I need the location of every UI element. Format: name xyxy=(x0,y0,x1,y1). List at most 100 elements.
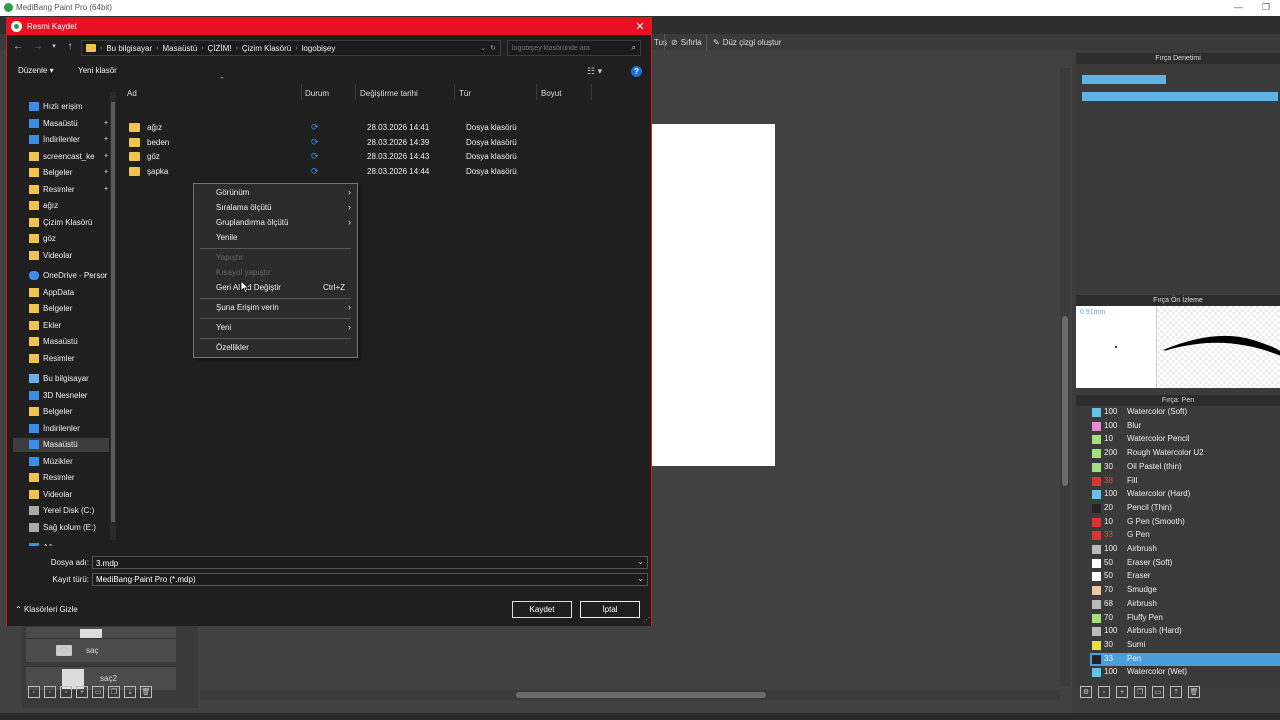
nav-item[interactable]: AppData xyxy=(13,286,109,300)
duplicate-layer-icon[interactable]: ▫ xyxy=(44,686,56,698)
brush-item[interactable]: 50 Eraser xyxy=(1090,570,1280,583)
nav-item[interactable]: Belgeler xyxy=(13,302,109,316)
delete-brush-icon[interactable]: 🗑 xyxy=(1188,686,1200,698)
brush-item[interactable]: 70 Fluffy Pen xyxy=(1090,612,1280,625)
breadcrumb-item[interactable]: Bu bilgisayar xyxy=(106,44,152,53)
view-options-icon[interactable]: ☷ ▾ xyxy=(587,66,602,77)
breadcrumb[interactable]: › Bu bilgisayar › Masaüstü › ÇİZİM! › Çi… xyxy=(81,40,501,56)
brush-item[interactable]: 30 Sumi xyxy=(1090,639,1280,652)
delete-layer-icon[interactable]: 🗑 xyxy=(140,686,152,698)
menu-item-properties[interactable]: Özellikler xyxy=(194,341,357,355)
nav-item[interactable]: Ağ xyxy=(13,541,109,546)
nav-item[interactable]: Resimler ✦ xyxy=(13,183,109,197)
nav-item[interactable]: Belgeler ✦ xyxy=(13,166,109,180)
nav-item[interactable]: Hızlı erişim xyxy=(13,100,109,114)
layer-row[interactable]: saç xyxy=(26,638,176,662)
breadcrumb-item[interactable]: logobişey xyxy=(302,44,336,53)
brush-item[interactable]: 30 Oil Pastel (thin) xyxy=(1090,461,1280,474)
new-folder-button[interactable]: Yeni klasör xyxy=(78,66,117,75)
nav-item[interactable]: 3D Nesneler xyxy=(13,389,109,403)
scroll-thumb[interactable] xyxy=(111,102,115,522)
nav-item[interactable]: Masaüstü xyxy=(13,335,109,349)
filename-field[interactable]: ⌄ xyxy=(92,556,648,569)
close-icon[interactable]: ✕ xyxy=(633,20,647,33)
nav-item[interactable]: İndirilenler xyxy=(13,422,109,436)
menu-item-view[interactable]: Görünüm › xyxy=(194,186,357,200)
add-brush-icon[interactable]: + xyxy=(1116,686,1128,698)
nav-item[interactable]: Resimler xyxy=(13,471,109,485)
brush-item[interactable]: 33 G Pen xyxy=(1090,529,1280,542)
organize-button[interactable]: Düzenle ▾ xyxy=(18,66,54,75)
layer-row[interactable] xyxy=(26,626,176,639)
brush-opacity-slider[interactable] xyxy=(1082,92,1278,101)
brush-size-slider[interactable] xyxy=(1082,75,1166,84)
nav-item[interactable]: OneDrive - Persor xyxy=(13,269,109,283)
brush-item[interactable]: 200 Rough Watercolor U2 xyxy=(1090,447,1280,460)
search-box[interactable]: ⌕ xyxy=(507,40,641,56)
nav-item[interactable]: Yerel Disk (C:) xyxy=(13,504,109,518)
breadcrumb-item[interactable]: ÇİZİM! xyxy=(208,44,232,53)
new-folder-icon[interactable]: ▭ xyxy=(92,686,104,698)
column-header-status[interactable]: Durum xyxy=(305,89,329,98)
brush-item[interactable]: 33 Pen xyxy=(1090,652,1280,666)
nav-item[interactable]: Bu bilgisayar xyxy=(13,372,109,386)
column-divider[interactable] xyxy=(454,84,455,100)
cancel-button[interactable]: İptal xyxy=(580,601,640,618)
brush-item[interactable]: 70 Smudge xyxy=(1090,584,1280,597)
chevron-down-icon[interactable]: ⌄ xyxy=(637,557,644,566)
copy-layer-icon[interactable]: ❐ xyxy=(108,686,120,698)
forward-arrow-icon[interactable]: → xyxy=(31,40,45,54)
save-button[interactable]: Kaydet xyxy=(512,601,572,618)
nav-item[interactable]: İndirilenler ✦ xyxy=(13,133,109,147)
menu-item-refresh[interactable]: Yenile xyxy=(194,231,357,245)
column-header-size[interactable]: Boyut xyxy=(541,89,561,98)
column-header-name[interactable]: Ad xyxy=(127,89,137,98)
brush-item[interactable]: 100 Airbrush (Hard) xyxy=(1090,625,1280,638)
nav-item[interactable]: Videolar xyxy=(13,488,109,502)
recent-dropdown-icon[interactable]: ▾ xyxy=(47,40,61,54)
navigation-scrollbar[interactable] xyxy=(110,92,116,540)
nav-item[interactable]: screencast_ke ✦ xyxy=(13,150,109,164)
column-divider[interactable] xyxy=(355,84,356,100)
copy-brush-icon[interactable]: ❐ xyxy=(1134,686,1146,698)
column-divider[interactable] xyxy=(591,84,592,100)
menu-item-undo[interactable]: Geri Al Ad DeğiştirCtrl+Z xyxy=(194,281,357,295)
breadcrumb-item[interactable]: Çizim Klasörü xyxy=(242,44,291,53)
scroll-thumb[interactable] xyxy=(1062,316,1068,486)
column-divider[interactable] xyxy=(536,84,537,100)
nav-item[interactable]: göz xyxy=(13,232,109,246)
menu-item-give-access[interactable]: Şuna Erişim verin › xyxy=(194,301,357,315)
minimize-icon[interactable]: — xyxy=(1234,2,1243,12)
brush-item[interactable]: 68 Airbrush xyxy=(1090,598,1280,611)
file-row[interactable]: şapka ⟳ 28.03.2026 14:44 Dosya klasörü xyxy=(121,165,521,179)
brush-item[interactable]: 38 Fill xyxy=(1090,475,1280,488)
resize-grip-icon[interactable]: ⋰ xyxy=(643,616,650,624)
nav-item[interactable]: Belgeler xyxy=(13,405,109,419)
brush-item[interactable]: 100 Blur xyxy=(1090,420,1280,433)
breadcrumb-item[interactable]: Masaüstü xyxy=(163,44,198,53)
file-row[interactable]: beden ⟳ 28.03.2026 14:39 Dosya klasörü xyxy=(121,136,521,150)
nav-item[interactable]: Resimler xyxy=(13,352,109,366)
search-input[interactable] xyxy=(512,43,624,54)
drawing-canvas[interactable] xyxy=(652,124,775,466)
file-row[interactable]: göz ⟳ 28.03.2026 14:43 Dosya klasörü xyxy=(121,150,521,164)
brush-item[interactable]: 20 Pencil (Thin) xyxy=(1090,502,1280,515)
add-layer-menu-icon[interactable]: + xyxy=(76,686,88,698)
brush-settings-icon[interactable]: ⚙ xyxy=(1080,686,1092,698)
hide-folders-button[interactable]: ⌃ Klasörleri Gizle xyxy=(15,605,78,614)
filename-input[interactable] xyxy=(96,558,626,568)
menu-item-group-by[interactable]: Gruplandırma ölçütü › xyxy=(194,216,357,230)
menu-item-new[interactable]: Yeni › xyxy=(194,321,357,335)
nav-item[interactable]: Çizim Klasörü xyxy=(13,216,109,230)
column-divider[interactable] xyxy=(301,84,302,100)
brush-item[interactable]: 50 Eraser (Soft) xyxy=(1090,557,1280,570)
filetype-select[interactable]: MediBang Paint Pro (*.mdp) ⌄ xyxy=(92,573,648,586)
new-layer-8bit-icon[interactable]: ▫ xyxy=(60,686,72,698)
brush-item[interactable]: 10 Watercolor Pencil xyxy=(1090,433,1280,446)
refresh-icon[interactable]: ↻ xyxy=(490,44,496,52)
new-layer-icon[interactable]: ▫ xyxy=(28,686,40,698)
restore-icon[interactable]: ❐ xyxy=(1262,2,1270,13)
column-header-modified[interactable]: Değiştirme tarihi xyxy=(360,89,418,98)
help-icon[interactable]: ? xyxy=(631,66,642,77)
chevron-down-icon[interactable]: ⌄ xyxy=(637,574,644,583)
